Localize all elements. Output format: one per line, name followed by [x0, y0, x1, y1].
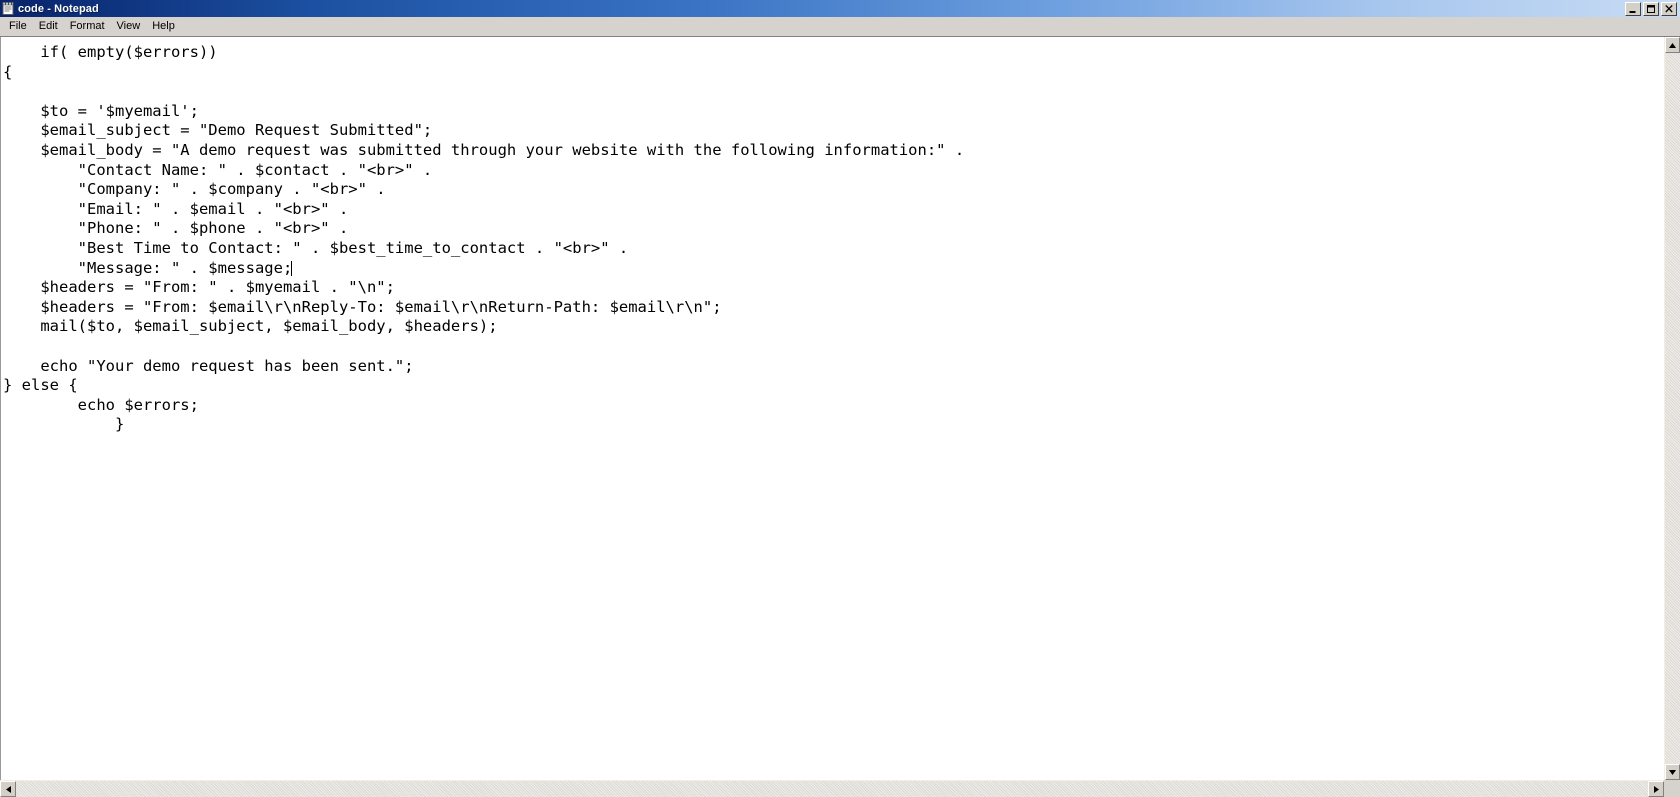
notepad-icon: [2, 2, 14, 15]
scroll-down-icon: [1669, 769, 1676, 775]
restore-button[interactable]: [1643, 1, 1659, 16]
scroll-right-button[interactable]: [1648, 781, 1664, 797]
menu-bar: File Edit Format View Help: [0, 17, 1680, 36]
scroll-up-button[interactable]: [1665, 37, 1680, 53]
editor-area: if( empty($errors)) { $to = '$myemail'; …: [0, 36, 1680, 780]
scroll-down-button[interactable]: [1665, 764, 1680, 780]
minimize-button[interactable]: [1625, 1, 1641, 16]
window-title: code - Notepad: [18, 2, 99, 15]
close-button[interactable]: [1661, 1, 1677, 16]
scroll-left-icon: [5, 785, 11, 793]
scroll-up-icon: [1669, 42, 1676, 48]
close-icon: [1665, 4, 1673, 12]
horizontal-scrollbar[interactable]: [0, 780, 1664, 797]
window-controls: [1625, 1, 1679, 16]
menu-format[interactable]: Format: [64, 19, 111, 34]
code-before-caret: if( empty($errors)) { $to = '$myemail'; …: [3, 43, 965, 277]
notepad-window: code - Notepad File Edit Format View Hel…: [0, 0, 1680, 797]
horizontal-scroll-track[interactable]: [16, 781, 1648, 797]
scrollbar-corner: [1664, 780, 1680, 797]
vertical-scrollbar[interactable]: [1664, 37, 1680, 780]
menu-help[interactable]: Help: [146, 19, 181, 34]
minimize-icon: [1629, 10, 1636, 13]
menu-view[interactable]: View: [111, 19, 147, 34]
scroll-left-button[interactable]: [0, 781, 16, 797]
text-editor[interactable]: if( empty($errors)) { $to = '$myemail'; …: [0, 37, 1664, 780]
text-caret: [291, 260, 293, 276]
scroll-right-icon: [1653, 785, 1659, 793]
restore-icon: [1647, 4, 1655, 13]
menu-edit[interactable]: Edit: [33, 19, 64, 34]
code-text[interactable]: if( empty($errors)) { $to = '$myemail'; …: [1, 37, 1664, 435]
horizontal-scrollbar-row: [0, 780, 1680, 797]
vertical-scroll-track[interactable]: [1665, 53, 1680, 764]
code-after-caret: $headers = "From: " . $myemail . "\n"; $…: [3, 278, 722, 434]
menu-file[interactable]: File: [3, 19, 33, 34]
title-bar[interactable]: code - Notepad: [0, 0, 1680, 17]
